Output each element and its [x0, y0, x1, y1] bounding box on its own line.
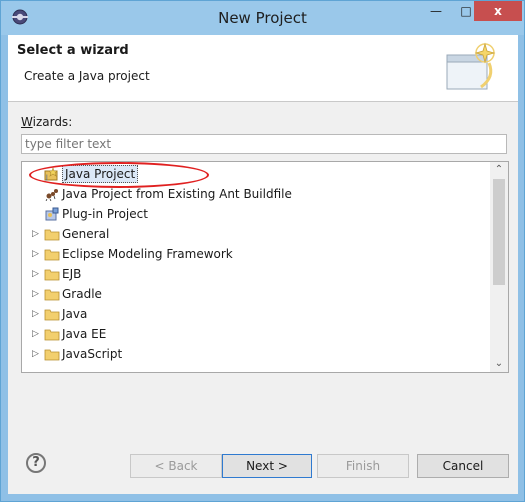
- expand-arrow-icon[interactable]: ▷: [32, 344, 42, 364]
- tree-item-java-project[interactable]: J Java Project: [22, 162, 490, 188]
- wizards-label: Wizards:: [21, 115, 72, 129]
- filter-input[interactable]: [21, 134, 507, 154]
- tree-item-label: Java EE: [62, 327, 107, 341]
- close-icon: x: [494, 4, 502, 18]
- folder-icon: [44, 329, 60, 341]
- plugin-icon: [45, 207, 59, 221]
- tree-item-label: EJB: [62, 267, 82, 281]
- tree-item-java-ee[interactable]: ▷ Java EE: [22, 324, 490, 344]
- tree-item-general[interactable]: ▷ General: [22, 224, 490, 244]
- next-button[interactable]: Next >: [222, 454, 312, 478]
- wizard-tree[interactable]: J Java Project Java Project from Existin…: [21, 161, 509, 373]
- help-button[interactable]: ?: [26, 453, 46, 473]
- tree-item-plugin-project[interactable]: Plug-in Project: [22, 204, 490, 224]
- tree-item-emf[interactable]: ▷ Eclipse Modeling Framework: [22, 244, 490, 264]
- scroll-down-icon[interactable]: ⌄: [490, 356, 508, 372]
- expand-arrow-icon[interactable]: ▷: [32, 284, 42, 304]
- folder-icon: [44, 309, 60, 321]
- page-description: Create a Java project: [24, 69, 150, 83]
- expand-arrow-icon[interactable]: ▷: [32, 264, 42, 284]
- title-bar[interactable]: New Project — □ x: [1, 1, 524, 35]
- expand-arrow-icon[interactable]: ▷: [32, 324, 42, 344]
- new-project-window: New Project — □ x Select a wizard Create…: [0, 0, 525, 502]
- tree-scrollbar[interactable]: ⌃ ⌄: [490, 162, 508, 372]
- expand-arrow-icon[interactable]: ▷: [32, 244, 42, 264]
- cancel-button[interactable]: Cancel: [417, 454, 509, 478]
- wizard-body: Wizards: J Java Project: [8, 102, 518, 494]
- tree-item-java[interactable]: ▷ Java: [22, 304, 490, 324]
- folder-icon: [44, 269, 60, 281]
- tree-item-label: Java Project from Existing Ant Buildfile: [62, 187, 292, 201]
- tree-item-label: Plug-in Project: [62, 207, 148, 221]
- tree-item-label: Eclipse Modeling Framework: [62, 247, 233, 261]
- tree-item-label: General: [62, 227, 110, 241]
- folder-icon: [44, 249, 60, 261]
- finish-button[interactable]: Finish: [317, 454, 409, 478]
- dialog-client: Select a wizard Create a Java project Wi…: [8, 35, 518, 494]
- tree-item-ant-project[interactable]: Java Project from Existing Ant Buildfile: [22, 184, 490, 204]
- back-button[interactable]: < Back: [130, 454, 222, 478]
- ant-icon: [45, 189, 58, 201]
- close-button[interactable]: x: [474, 1, 522, 21]
- tree-item-ejb[interactable]: ▷ EJB: [22, 264, 490, 284]
- tree-item-label: Gradle: [62, 287, 102, 301]
- tree-item-label: JavaScript: [62, 347, 123, 361]
- scrollbar-thumb[interactable]: [493, 179, 505, 285]
- folder-icon: [44, 229, 60, 241]
- page-title: Select a wizard: [17, 43, 129, 58]
- scroll-up-icon[interactable]: ⌃: [490, 162, 508, 178]
- wizards-label-text: izards:: [32, 115, 73, 129]
- expand-arrow-icon[interactable]: ▷: [32, 224, 42, 244]
- expand-arrow-icon[interactable]: ▷: [32, 304, 42, 324]
- tree-item-javascript[interactable]: ▷ JavaScript: [22, 344, 490, 364]
- folder-icon: [44, 349, 60, 361]
- tree-item-gradle[interactable]: ▷ Gradle: [22, 284, 490, 304]
- folder-icon: [44, 289, 60, 301]
- wizard-banner-icon: [446, 42, 496, 90]
- tree-item-label: Java: [62, 307, 88, 321]
- wizards-label-mnemonic: W: [21, 115, 33, 129]
- minimize-icon[interactable]: —: [423, 1, 449, 21]
- wizard-header: Select a wizard Create a Java project: [8, 35, 518, 102]
- help-icon: ?: [32, 455, 40, 470]
